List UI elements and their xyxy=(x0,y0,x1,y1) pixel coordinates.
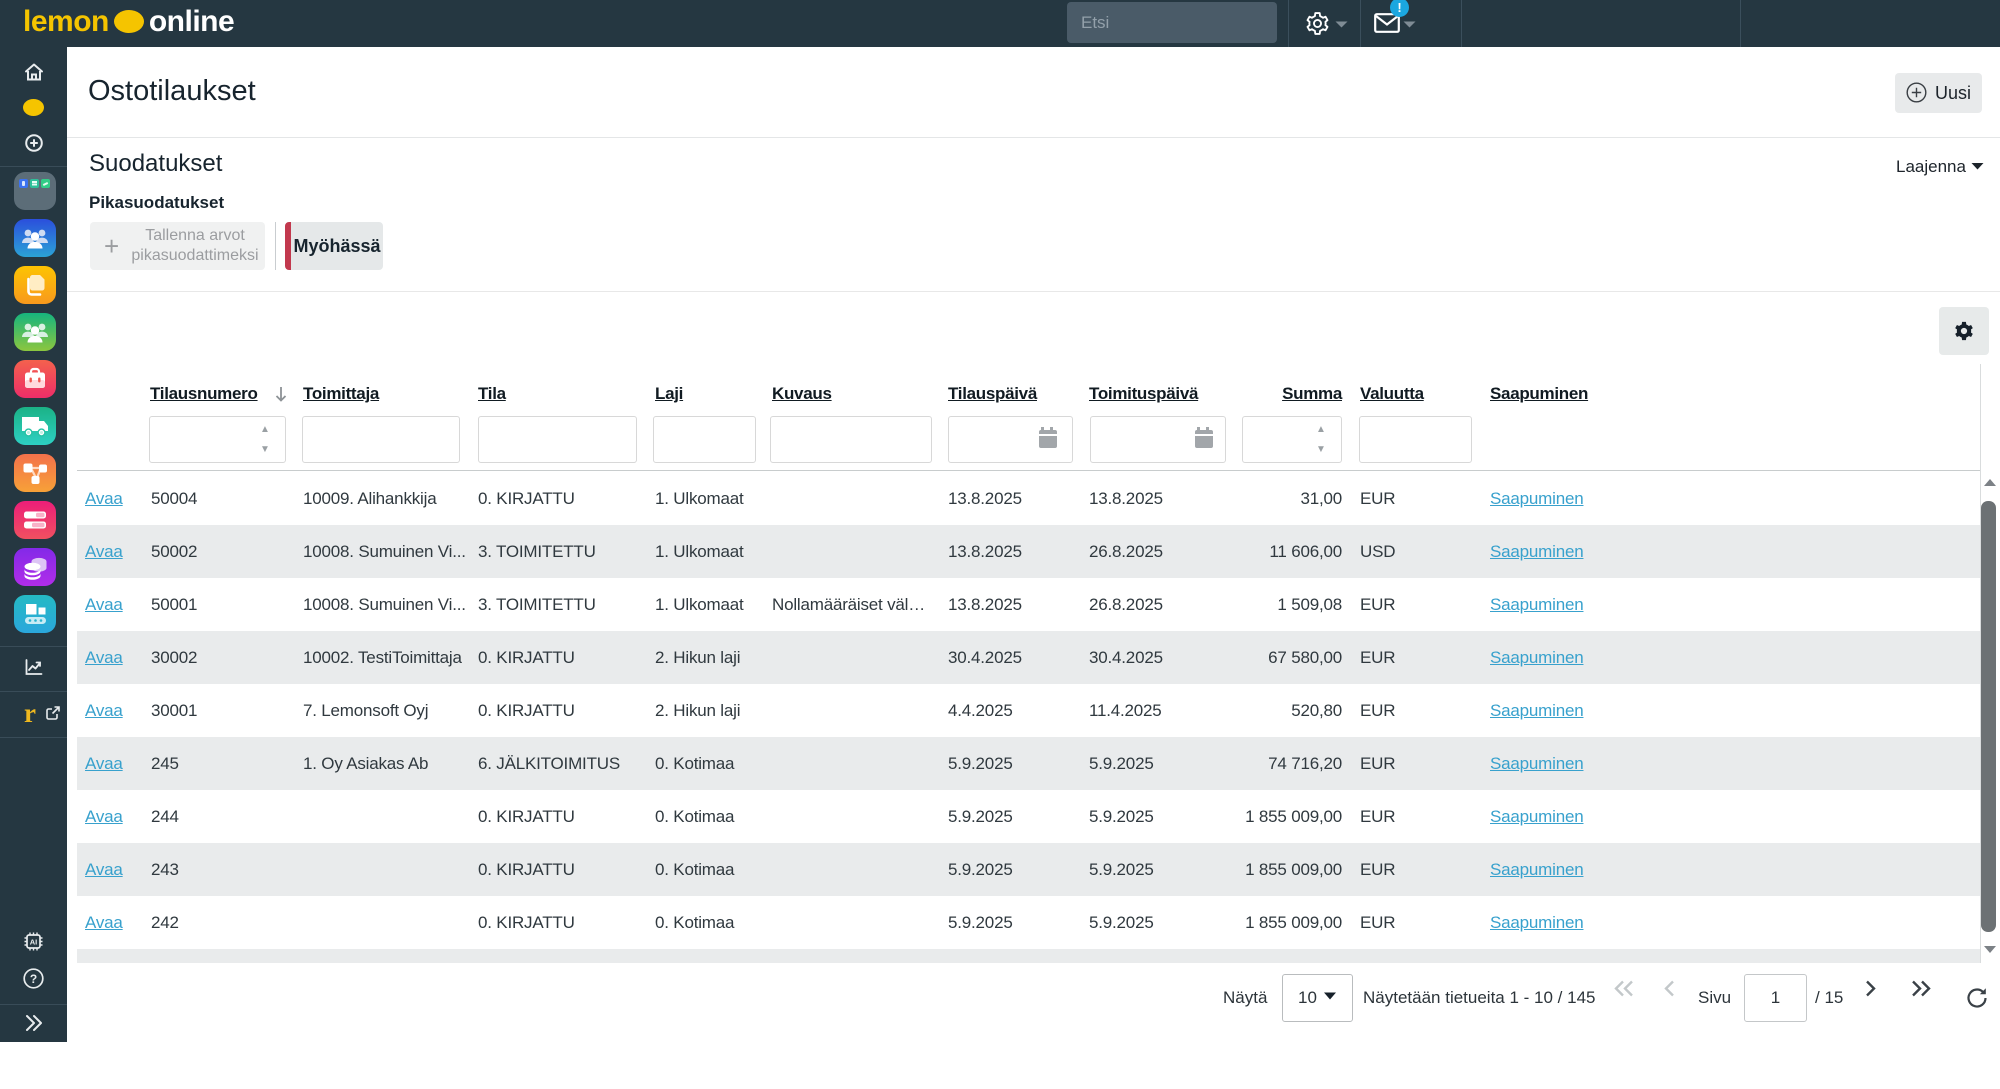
svg-text:?: ? xyxy=(30,972,37,986)
svg-text:AI: AI xyxy=(30,938,38,947)
